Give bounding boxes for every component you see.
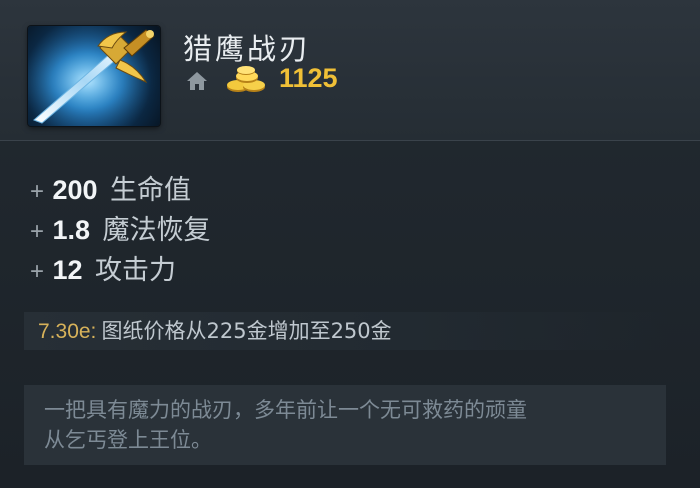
lore-text: 一把具有魔力的战刃，多年前让一个无可救药的顽童 从乞丐登上王位。 bbox=[24, 385, 666, 465]
stat-row-health: + 200 生命值 bbox=[30, 170, 210, 210]
lore-line: 从乞丐登上王位。 bbox=[44, 428, 212, 452]
stat-value: 12 bbox=[52, 255, 83, 285]
patch-text: 图纸价格从225金增加至250金 bbox=[101, 319, 392, 343]
tooltip-header: 猎鹰战刃 1125 bbox=[0, 0, 700, 141]
stat-label: 攻击力 bbox=[94, 255, 176, 286]
stat-row-mana-regen: + 1.8 魔法恢复 bbox=[30, 210, 210, 250]
item-cost: 1125 bbox=[279, 63, 338, 93]
stat-value: 200 bbox=[52, 175, 98, 205]
patch-version: 7.30e: bbox=[38, 320, 97, 343]
gold-coins-icon bbox=[227, 66, 265, 92]
stat-label: 魔法恢复 bbox=[102, 215, 211, 246]
plus-sign: + bbox=[30, 178, 45, 205]
plus-sign: + bbox=[30, 218, 45, 245]
home-icon bbox=[187, 72, 207, 90]
stat-row-damage: + 12 攻击力 bbox=[30, 250, 210, 290]
patch-note: 7.30e: 图纸价格从225金增加至250金 bbox=[24, 312, 669, 350]
plus-sign: + bbox=[30, 258, 45, 285]
lore-line: 一把具有魔力的战刃，多年前让一个无可救药的顽童 bbox=[44, 398, 527, 422]
stat-label: 生命值 bbox=[109, 175, 191, 206]
falcon-blade-icon bbox=[28, 26, 160, 126]
item-name: 猎鹰战刃 bbox=[183, 32, 312, 66]
stat-value: 1.8 bbox=[52, 215, 91, 245]
item-tooltip: 猎鹰战刃 1125 + 200 生命值 + 1.8 魔法恢复 + 12 攻击力 … bbox=[0, 0, 700, 488]
stats-list: + 200 生命值 + 1.8 魔法恢复 + 12 攻击力 bbox=[30, 170, 210, 290]
